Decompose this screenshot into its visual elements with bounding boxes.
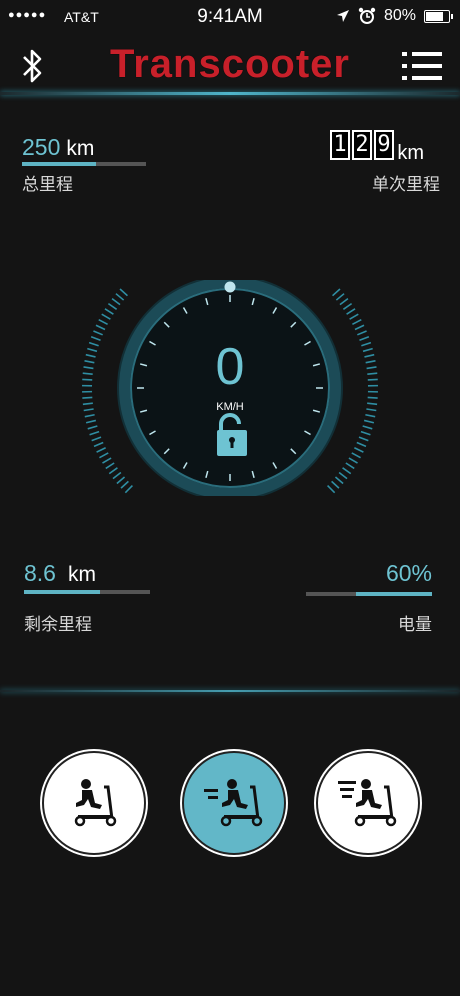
battery-level-bar: [306, 592, 432, 596]
fast-mode-button[interactable]: [316, 751, 420, 855]
remaining-range-number: 8.6: [24, 560, 56, 586]
remaining-range-bar-fill: [24, 590, 100, 594]
bluetooth-icon[interactable]: [18, 46, 48, 86]
medium-mode-button[interactable]: [182, 751, 286, 855]
trip-distance-unit: km: [397, 142, 424, 164]
battery-icon: [424, 9, 453, 23]
remaining-range-bar: [24, 590, 150, 594]
remaining-range-unit: km: [67, 563, 96, 586]
battery-level-value: 60%: [385, 560, 432, 586]
speedometer: 0 KM/H: [82, 280, 378, 496]
app-header: Transcooter: [0, 38, 460, 94]
header-divider: [0, 92, 460, 95]
location-arrow-icon: [336, 10, 349, 22]
trip-distance-display: 1 2 9: [328, 130, 394, 160]
battery-level-label: 电量: [398, 615, 432, 634]
remaining-range-value: 8.6 km: [24, 560, 96, 587]
app-title: Transcooter: [110, 42, 350, 86]
slow-mode-button[interactable]: [42, 751, 146, 855]
trip-distance-label: 单次里程: [372, 175, 440, 194]
total-distance-unit: km: [66, 137, 95, 160]
speed-value: 0: [216, 338, 245, 396]
total-distance-value: 250 km: [22, 134, 94, 161]
speed-unit: KM/H: [216, 401, 244, 413]
status-right: 80%: [336, 7, 453, 25]
total-distance-bar: [22, 162, 146, 166]
speed-indicator-dot: [224, 281, 236, 293]
alarm-clock-icon: [358, 7, 376, 24]
mode-divider: [0, 690, 460, 692]
scooter-rider-speed-icon: [204, 779, 263, 827]
app-screen: ●●●●● AT&T 9:41AM 80% Transcooter 250 km …: [0, 0, 460, 996]
menu-icon[interactable]: [402, 52, 442, 82]
status-bar: ●●●●● AT&T 9:41AM 80%: [0, 0, 460, 34]
trip-digit: 1: [330, 130, 350, 160]
battery-level-bar-fill: [356, 592, 432, 596]
scooter-rider-icon: [74, 779, 117, 827]
trip-digit: 2: [352, 130, 372, 160]
total-distance-bar-fill: [22, 162, 97, 166]
battery-percent: 80%: [383, 7, 416, 24]
trip-digit: 9: [374, 130, 394, 160]
total-distance-label: 总里程: [22, 175, 73, 194]
scooter-rider-fast-icon: [338, 779, 397, 827]
remaining-range-label: 剩余里程: [24, 615, 92, 634]
total-distance-number: 250: [22, 134, 61, 160]
